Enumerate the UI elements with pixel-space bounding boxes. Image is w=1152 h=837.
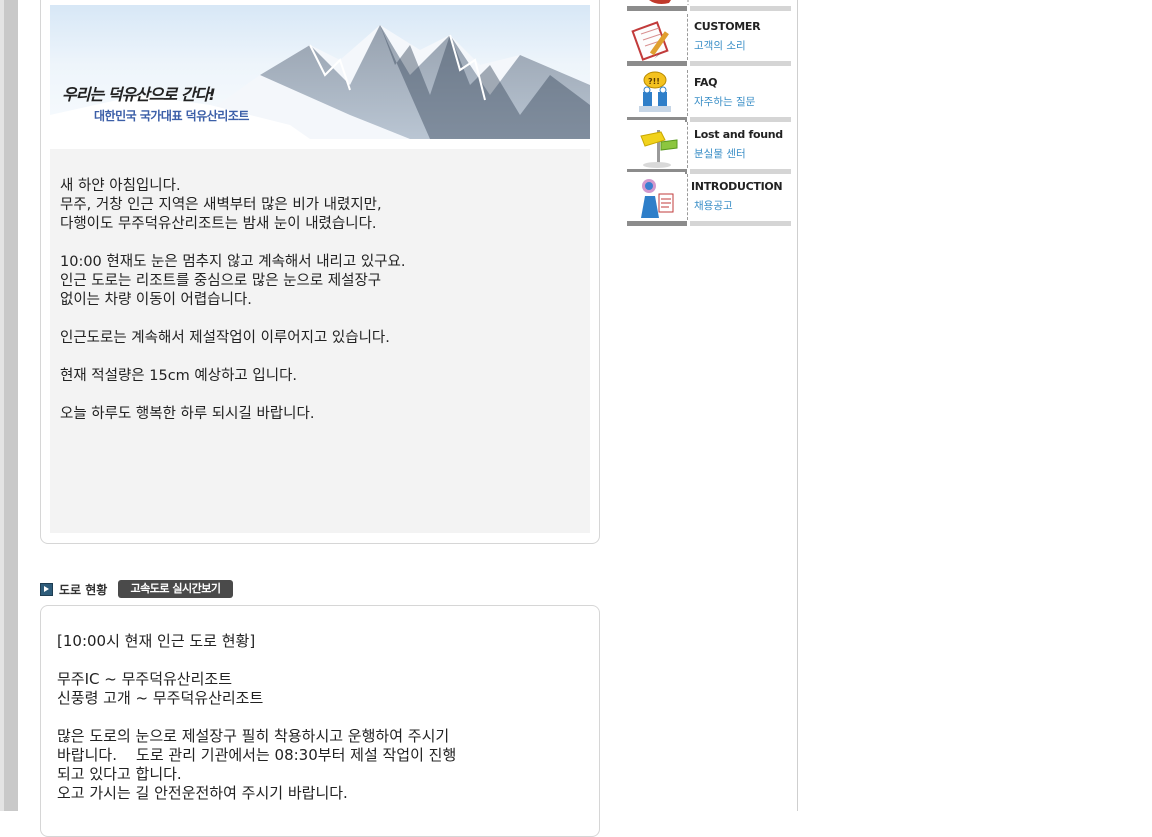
text-line: 오늘 하루도 행복한 하루 되시길 바랍니다.: [60, 406, 315, 422]
side-item-rule: [627, 221, 791, 226]
text-line: 다행이도 무주덕유산리조트는 밤새 눈이 내렸습니다.: [60, 216, 377, 232]
highway-live-button[interactable]: 고속도로 실시간보기: [118, 580, 233, 598]
road-status-text: [10:00시 현재 인근 도로 현황] 무주IC ~ 무주덕유산리조트 신풍령 고…: [57, 632, 587, 803]
text-line: 10:00 현재도 눈은 멈추지 않고 계속해서 내리고 있구요.: [60, 254, 406, 270]
notice-text: 새 하얀 아침입니다. 무주, 거창 인근 지역은 새벽부터 많은 비가 내렸지만…: [60, 177, 580, 424]
side-item-subtitle: 분실물 센터: [694, 148, 746, 160]
notice-content: 새 하얀 아침입니다. 무주, 거창 인근 지역은 새벽부터 많은 비가 내렸지만…: [50, 149, 590, 533]
text-line: 새 하얀 아침입니다.: [60, 178, 181, 194]
side-item-divider: [687, 70, 688, 116]
side-item-title: CUSTOMER: [694, 20, 761, 33]
notepad-pencil-icon: [627, 12, 685, 64]
road-status-title: 도로 현황: [59, 583, 108, 597]
text-line: 무주IC ~ 무주덕유산리조트: [57, 670, 233, 688]
text-line: 되고 있다고 합니다.: [57, 765, 182, 783]
svg-text:?!!: ?!!: [648, 77, 660, 86]
side-item-divider: [687, 174, 688, 220]
text-line: 인근 도로는 리조트를 중심으로 많은 눈으로 제설장구: [60, 273, 382, 289]
side-item-title: FAQ: [694, 76, 718, 89]
side-item-title: Lost and found: [694, 128, 783, 141]
text-line: 바랍니다. 도로 관리 기관에서는 08:30부터 제설 작업이 진행: [57, 746, 457, 764]
text-line: 없이는 차량 이동이 어렵습니다.: [60, 292, 252, 308]
side-item-faq[interactable]: ?!! FAQ 자주하는 질문: [627, 68, 791, 122]
side-menu-top-remnant: [627, 0, 791, 11]
text-line: 현재 적설량은 15cm 예상하고 입니다.: [60, 368, 298, 384]
text-line: 많은 도로의 눈으로 제설장구 필히 착용하시고 운행하여 주시기: [57, 727, 450, 745]
text-line: 신풍령 고개 ~ 무주덕유산리조트: [57, 689, 264, 707]
banner-title: 우리는 덕유산으로 간다!: [62, 85, 216, 104]
side-item-title: INTRODUCTION: [691, 180, 783, 193]
side-item-subtitle: 채용공고: [694, 200, 733, 212]
arrow-bullet-icon: [40, 583, 53, 596]
content-divider: [797, 0, 798, 811]
text-line: [10:00시 현재 인근 도로 현황]: [57, 632, 256, 650]
side-item-subtitle: 자주하는 질문: [694, 96, 756, 108]
banner-subtitle: 대한민국 국가대표 덕유산리조트: [94, 109, 249, 123]
person-chart-icon: [627, 172, 685, 224]
side-item-divider: [687, 14, 688, 60]
signpost-icon: [627, 120, 685, 172]
side-item-rule: [627, 61, 791, 66]
text-line: 무주, 거창 인근 지역은 새벽부터 많은 비가 내렸지만,: [60, 197, 382, 213]
question-person-icon: ?!!: [627, 68, 685, 120]
text-line: 오고 가시는 길 안전운전하여 주시기 바랍니다.: [57, 784, 348, 802]
resort-banner: 우리는 덕유산으로 간다! 대한민국 국가대표 덕유산리조트: [50, 5, 590, 139]
side-item-customer[interactable]: CUSTOMER 고객의 소리: [627, 12, 791, 66]
side-item-subtitle: 고객의 소리: [694, 40, 746, 52]
side-item-divider: [687, 122, 688, 168]
side-item-lost-and-found[interactable]: Lost and found 분실물 센터: [627, 120, 791, 174]
text-line: 인근도로는 계속해서 제설작업이 이루어지고 있습니다.: [60, 330, 390, 346]
road-status-panel: [10:00시 현재 인근 도로 현황] 무주IC ~ 무주덕유산리조트 신풍령 고…: [40, 605, 600, 837]
left-border-shadow: [4, 0, 18, 811]
side-item-introduction[interactable]: INTRODUCTION 채용공고: [627, 172, 791, 226]
